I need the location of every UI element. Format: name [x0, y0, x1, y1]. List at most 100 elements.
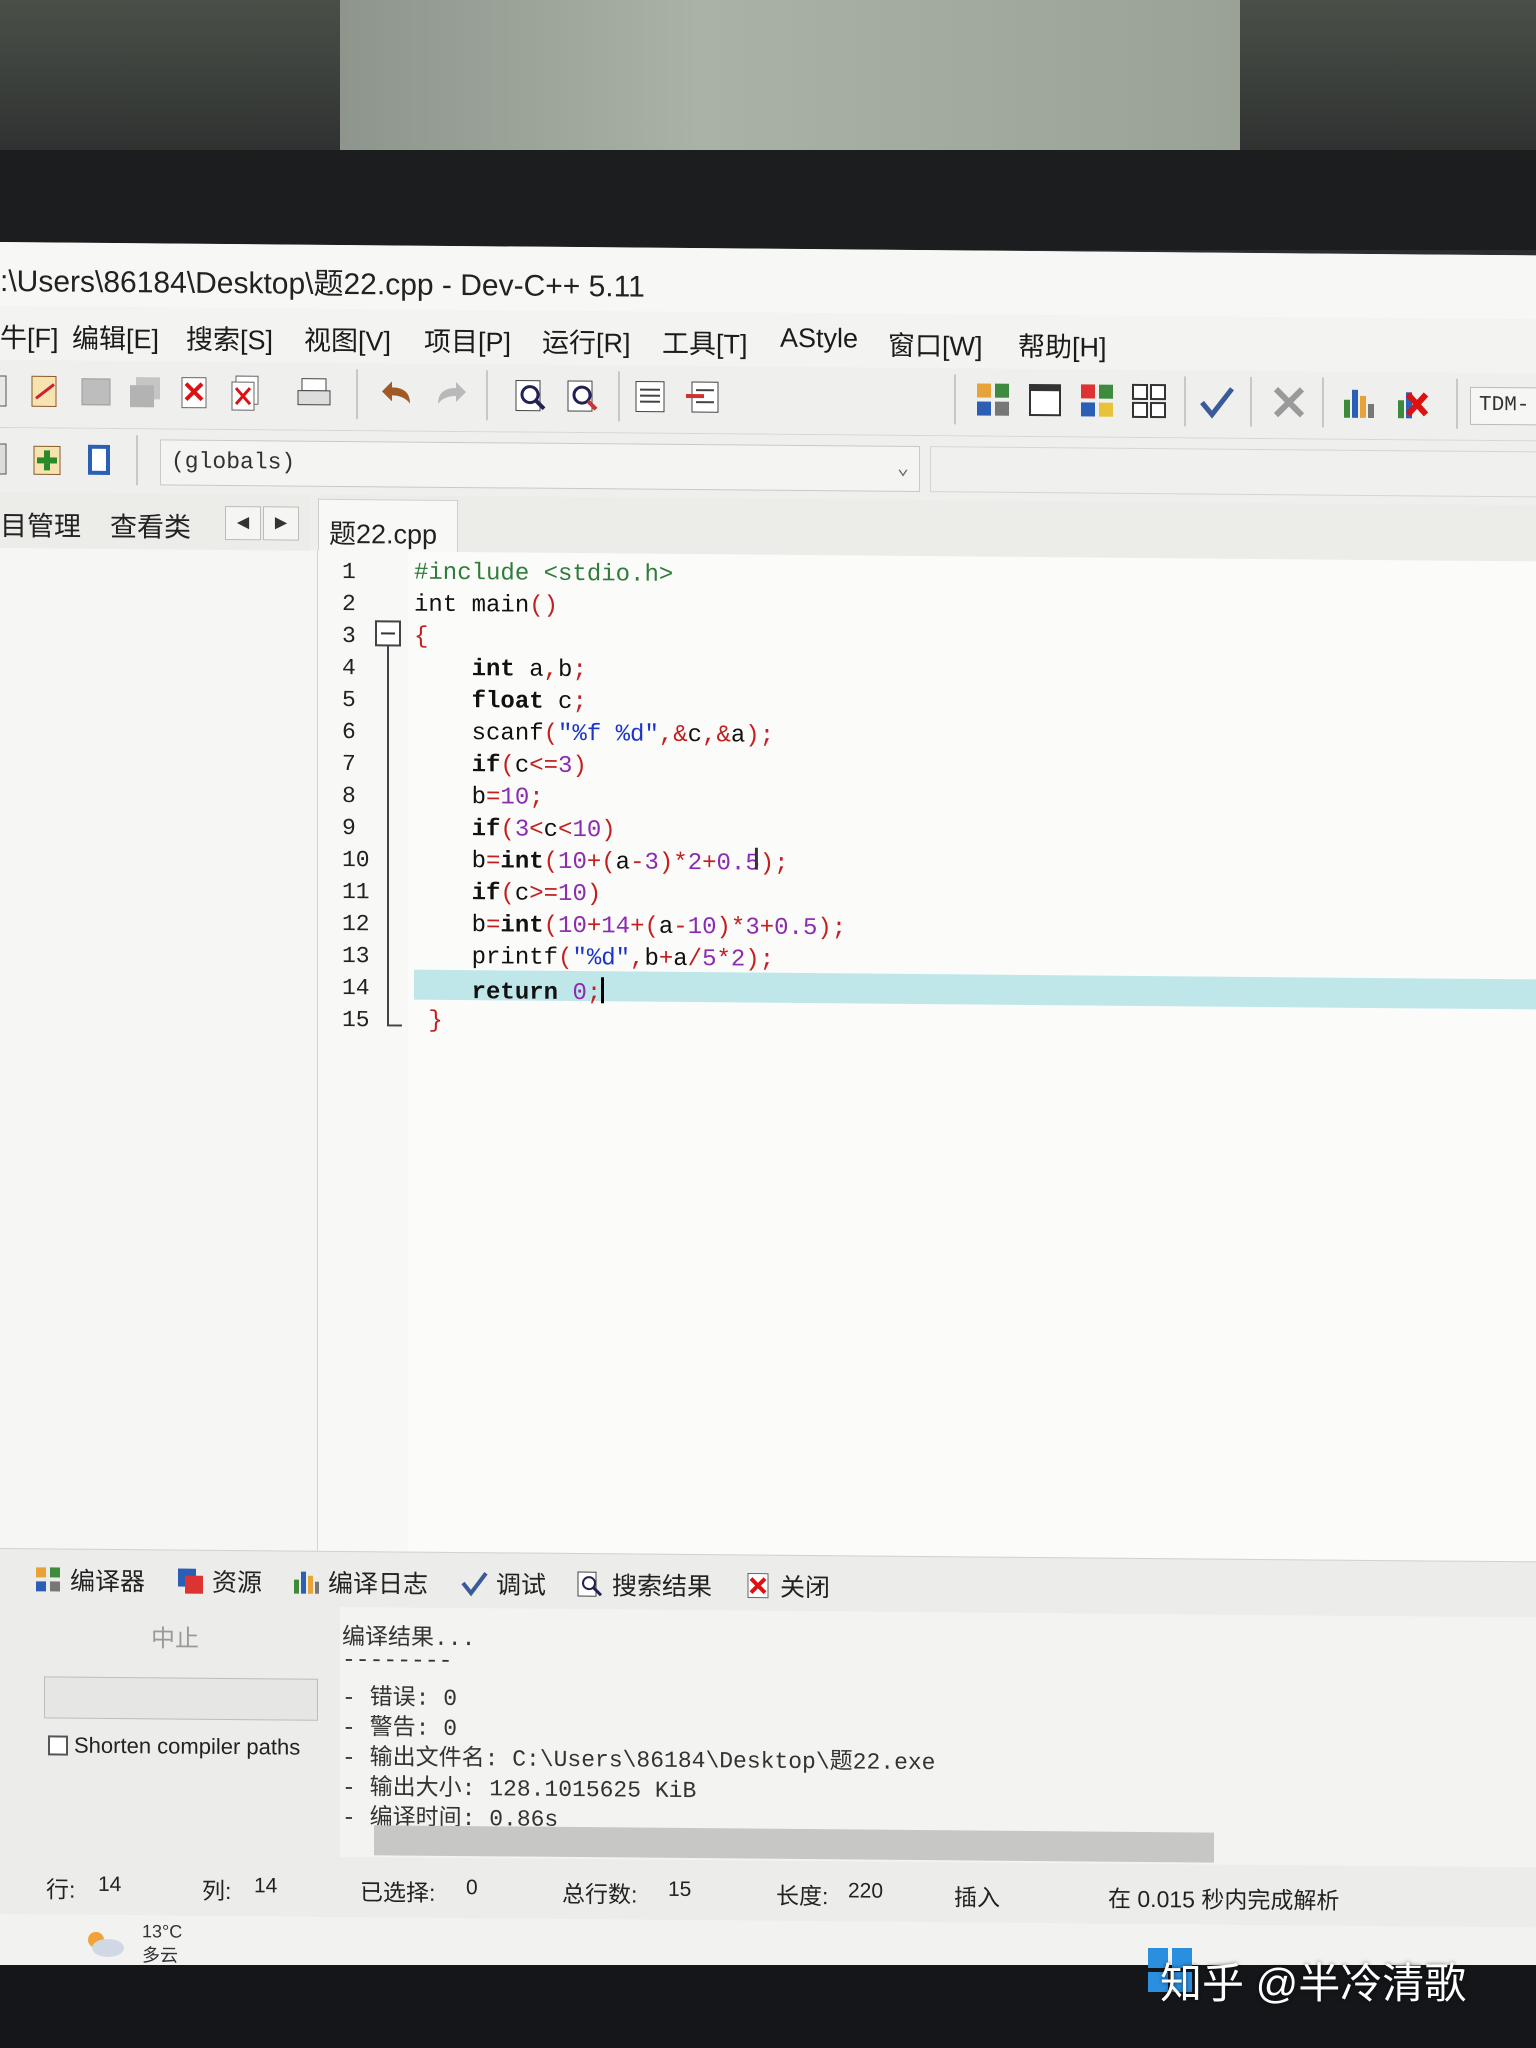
tab-resources-label: 资源: [212, 1568, 263, 1598]
line-number: 4: [342, 654, 356, 682]
rebuild-all-icon[interactable]: [1130, 382, 1168, 420]
syntax-check-icon[interactable]: [1198, 382, 1236, 420]
code-line: scanf("%f %d",&c,&a);: [414, 719, 775, 750]
toolbar-separator: [1456, 378, 1458, 429]
chart-bars-icon: [294, 1571, 319, 1594]
stop-execution-icon[interactable]: [1270, 383, 1308, 421]
indent-icon[interactable]: [632, 378, 670, 416]
line-number: 2: [342, 590, 356, 618]
compiler-controls: 中止 Shorten compiler paths: [0, 1604, 340, 1857]
status-length-value: 220: [848, 1879, 884, 1903]
save-all-icon[interactable]: [128, 373, 166, 411]
toolbar-separator: [356, 369, 358, 420]
bookmark-icon[interactable]: [80, 441, 118, 479]
line-number: 1: [342, 558, 356, 586]
tab-debug[interactable]: 调试: [460, 1565, 546, 1602]
status-row-value: 14: [98, 1872, 122, 1897]
scope-combo-value: (globals): [171, 448, 296, 476]
chevron-down-icon[interactable]: ⌄: [897, 455, 909, 481]
code-line: b=10;: [414, 783, 544, 812]
code-editor[interactable]: 1 2 3 4 5 6 7 8 9 10 11 12 13 14 15 #inc…: [318, 550, 1536, 1562]
menu-window[interactable]: 窗口[W]: [888, 324, 983, 364]
project-panel: [0, 548, 318, 1551]
arrow-left-icon[interactable]: ◀: [225, 505, 261, 541]
weather-widget[interactable]: 13°C 多云: [82, 1919, 182, 1968]
status-row-label: 行:: [46, 1876, 76, 1903]
code-line: float c;: [471, 688, 587, 717]
watermark: 知乎 @半冷清歌: [1160, 1960, 1467, 2007]
status-insert-mode: 插入: [954, 1884, 1000, 1911]
menu-astyle[interactable]: AStyle: [780, 323, 858, 355]
wall-background: [340, 0, 1240, 150]
window-title: :\Users\86184\Desktop\题22.cpp - Dev-C++ …: [0, 265, 645, 304]
compile-log-output[interactable]: 编译结果... -------- - 错误: 0 - 警告: 0 - 输出文件名…: [340, 1606, 1536, 1868]
menu-edit[interactable]: 编辑[E]: [72, 317, 159, 357]
scope-combo[interactable]: (globals) ⌄: [160, 439, 920, 493]
line-number: 7: [342, 750, 356, 778]
menu-run[interactable]: 运行[R]: [542, 321, 631, 361]
print-icon[interactable]: [296, 375, 334, 413]
find-icon[interactable]: [512, 376, 550, 414]
code-line: {: [414, 623, 429, 651]
undo-icon[interactable]: [380, 375, 418, 413]
tab-search-results-label: 搜索结果: [612, 1572, 713, 1602]
toolbar-separator: [486, 370, 488, 421]
tab-project-manager[interactable]: 目管理: [0, 504, 81, 544]
abort-button[interactable]: 中止: [40, 1616, 310, 1662]
menu-view[interactable]: 视图[V]: [304, 319, 391, 359]
menu-file[interactable]: 牛[F]: [0, 316, 59, 356]
profile-icon[interactable]: [1340, 384, 1378, 422]
checkbox-box[interactable]: [48, 1735, 68, 1756]
menu-project[interactable]: 项目[P]: [424, 320, 511, 360]
code-line: if(3<c<10): [471, 816, 616, 845]
tab-close[interactable]: 关闭: [744, 1567, 830, 1604]
code-line: if(c>=10): [471, 880, 602, 909]
unindent-icon[interactable]: [684, 378, 722, 416]
toolbar-separator: [1184, 376, 1186, 427]
close-all-icon[interactable]: [228, 374, 266, 412]
run-icon[interactable]: [1026, 381, 1064, 419]
class-browser-icon[interactable]: [0, 440, 30, 478]
line-number: 13: [342, 942, 370, 970]
menu-tools[interactable]: 工具[T]: [662, 322, 748, 362]
tab-file[interactable]: 题22.cpp: [318, 498, 458, 552]
line-number: 6: [342, 718, 356, 746]
menu-search[interactable]: 搜索[S]: [186, 318, 273, 358]
delete-profile-icon[interactable]: [1392, 384, 1430, 422]
compile-progress-bar: [44, 1676, 318, 1721]
menu-help[interactable]: 帮助[H]: [1018, 325, 1107, 365]
tab-compiler[interactable]: 编译器: [34, 1561, 145, 1598]
replace-icon[interactable]: [564, 377, 602, 415]
toolbar-separator: [1250, 376, 1252, 427]
code-line: int main(): [414, 591, 559, 620]
redo-icon[interactable]: [432, 376, 470, 414]
toolbar-separator: [1322, 377, 1324, 428]
compile-icon[interactable]: [974, 380, 1012, 418]
status-total-lines-label: 总行数:: [562, 1880, 638, 1908]
tab-compile-log-label: 编译日志: [328, 1569, 429, 1599]
horizontal-scrollbar[interactable]: [374, 1825, 1214, 1863]
open-file-icon[interactable]: [26, 372, 64, 410]
tab-search-results[interactable]: 搜索结果: [576, 1566, 712, 1603]
tab-resources[interactable]: 资源: [176, 1563, 262, 1600]
status-col-label: 列:: [202, 1877, 232, 1905]
members-combo[interactable]: [930, 446, 1536, 498]
tab-class-browser[interactable]: 查看类: [110, 505, 191, 545]
close-icon: [747, 1573, 769, 1599]
tab-compiler-label: 编译器: [70, 1567, 146, 1597]
shorten-paths-label: Shorten compiler paths: [74, 1732, 301, 1760]
weather-text: 13°C 多云: [142, 1919, 182, 1967]
fold-margin: [375, 620, 402, 1027]
code-line: b=int(10+14+(a-10)*3+0.5);: [414, 911, 847, 943]
compile-run-icon[interactable]: [1078, 381, 1116, 419]
compiler-set-combo[interactable]: TDM-: [1470, 386, 1536, 426]
close-file-icon[interactable]: [176, 374, 214, 412]
arrow-right-icon[interactable]: ▶: [263, 506, 299, 541]
search-doc-icon: [577, 1571, 603, 1597]
code-line: printf("%d",b+a/5*2);: [414, 943, 775, 974]
save-icon[interactable]: [78, 373, 116, 411]
tab-compile-log[interactable]: 编译日志: [292, 1564, 428, 1601]
shorten-paths-checkbox[interactable]: Shorten compiler paths: [48, 1732, 300, 1760]
partly-cloudy-icon: [88, 1931, 124, 1957]
insert-code-icon[interactable]: [30, 440, 68, 478]
